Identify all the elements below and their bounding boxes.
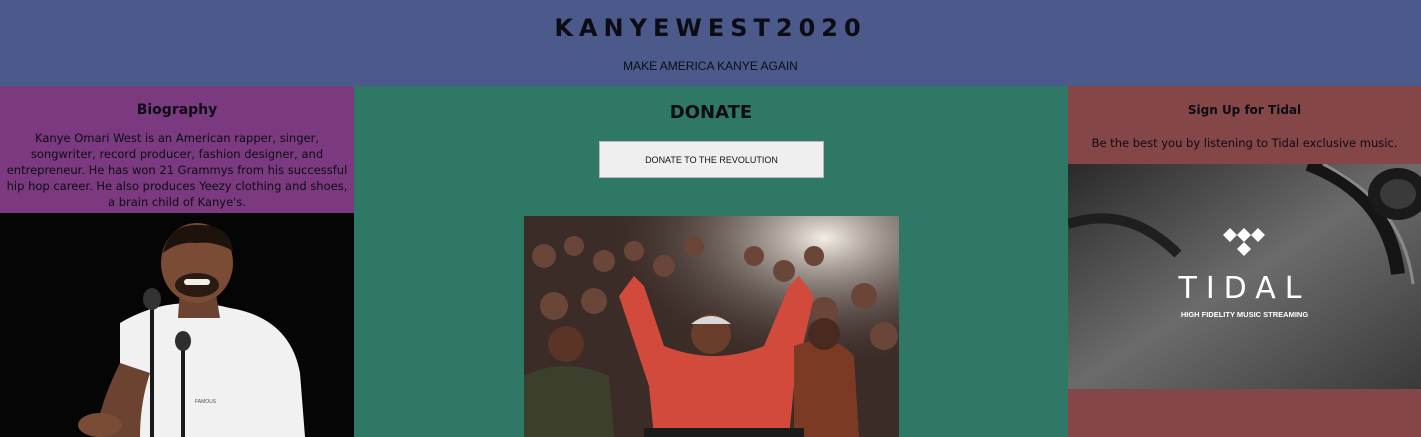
biography-heading: Biography (136, 102, 218, 118)
site-title: KANYEWEST2020 (554, 14, 867, 42)
tidal-logo-text: TIDAL (1178, 271, 1311, 306)
donate-heading: DONATE (669, 102, 753, 123)
biography-panel: Biography Kanye Omari West is an America… (0, 86, 354, 213)
biography-column: Biography Kanye Omari West is an America… (0, 86, 354, 437)
site-tagline: MAKE AMERICA KANYE AGAIN (623, 59, 798, 73)
svg-text:FAMOUS: FAMOUS (195, 399, 217, 405)
site-header: KANYEWEST2020 MAKE AMERICA KANYE AGAIN (0, 0, 1421, 86)
tidal-heading: Sign Up for Tidal (1187, 103, 1302, 117)
donate-column: DONATE DONATE TO THE REVOLUTION (354, 86, 1068, 437)
crowd-photo-image (524, 216, 899, 437)
tidal-column: Sign Up for Tidal Be the best you by lis… (1068, 86, 1421, 437)
tidal-logo-subtitle: HIGH FIDELITY MUSIC STREAMING (1180, 310, 1309, 319)
kanye-portrait-image: FAMOUS (0, 213, 354, 437)
donate-button[interactable]: DONATE TO THE REVOLUTION (599, 141, 824, 178)
tidal-text: Be the best you by listening to Tidal ex… (1091, 136, 1398, 150)
biography-text: Kanye Omari West is an American rapper, … (6, 131, 348, 209)
tidal-banner-image[interactable]: TIDAL HIGH FIDELITY MUSIC STREAMING (1068, 164, 1421, 389)
